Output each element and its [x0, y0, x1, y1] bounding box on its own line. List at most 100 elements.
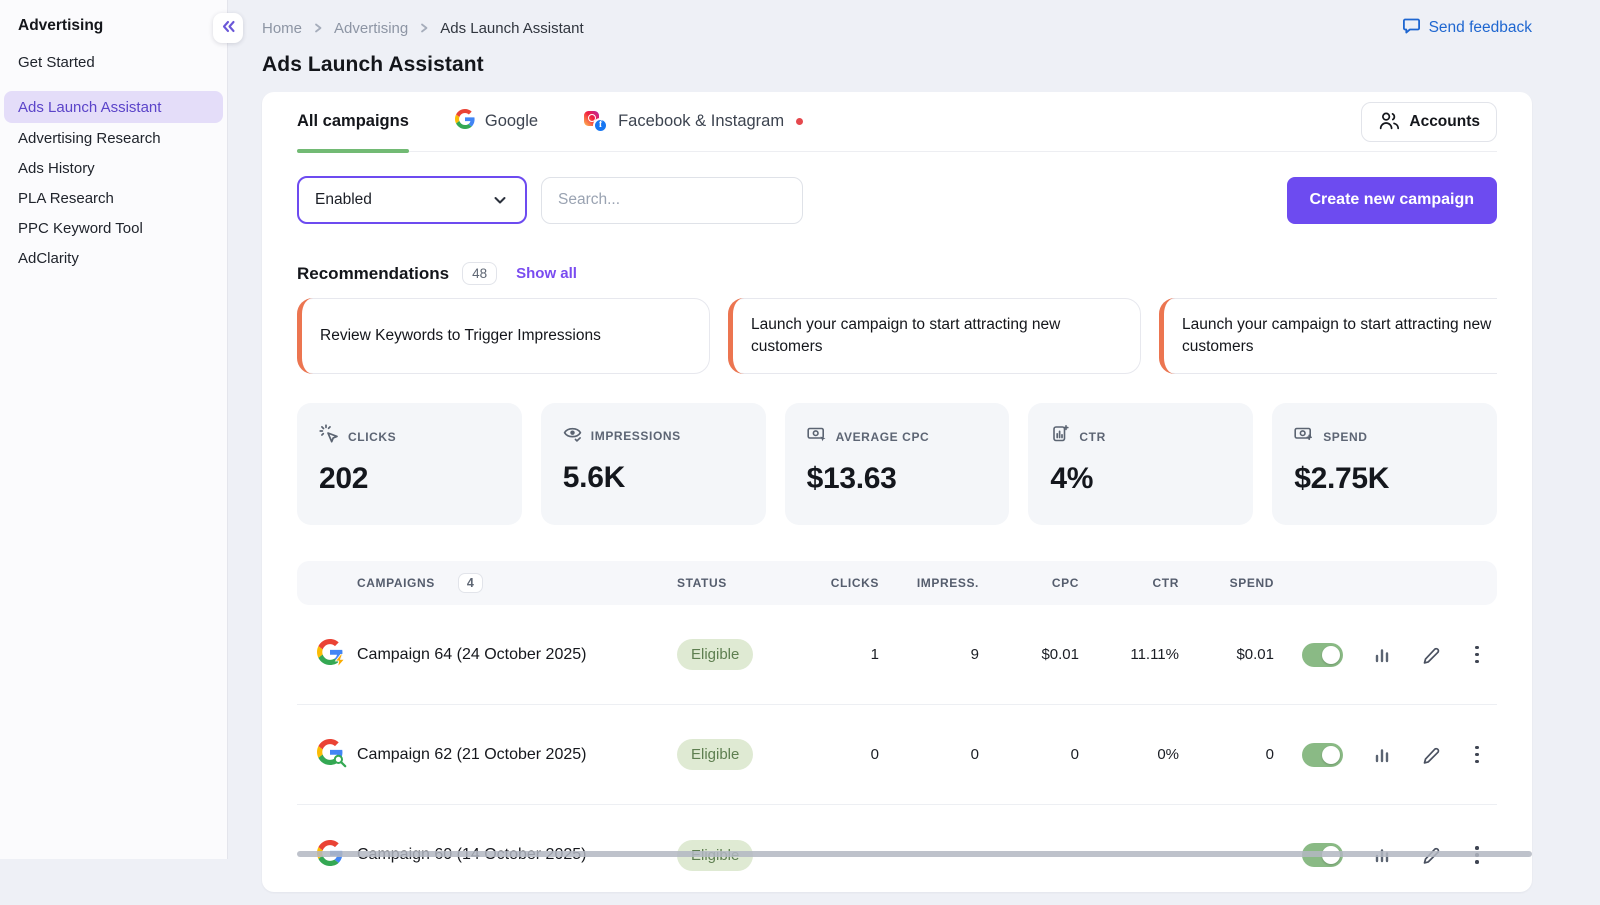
recommendation-card[interactable]: Launch your campaign to start attracting…: [728, 298, 1141, 374]
edit-pencil-icon[interactable]: [1421, 745, 1441, 765]
table-row: Campaign 64 (24 October 2025) Eligible 1…: [297, 605, 1497, 705]
breadcrumb-advertising[interactable]: Advertising: [334, 20, 408, 37]
filter-row: Enabled Create new campaign: [297, 176, 1497, 224]
tabs-row: All campaigns Google f Facebook & Instag…: [297, 92, 1497, 153]
double-chevron-left-icon: [221, 20, 236, 36]
column-header-campaigns: CAMPAIGNS 4: [357, 573, 677, 593]
campaign-name-link[interactable]: Campaign 62 (21 October 2025): [357, 746, 586, 763]
stat-value-ctr: 4%: [1050, 462, 1094, 495]
accounts-button[interactable]: Accounts: [1361, 101, 1497, 142]
campaign-name-link[interactable]: Campaign 64 (24 October 2025): [357, 646, 586, 663]
send-feedback-link[interactable]: Send feedback: [1402, 16, 1532, 40]
breadcrumb-current: Ads Launch Assistant: [440, 19, 584, 37]
campaign-enabled-toggle[interactable]: [1302, 642, 1343, 667]
recommendations-count-badge: 48: [462, 262, 498, 285]
sidebar-item-advertising-research[interactable]: Advertising Research: [4, 123, 223, 153]
show-all-link[interactable]: Show all: [516, 265, 577, 282]
column-header-status: STATUS: [677, 576, 727, 590]
status-filter-select[interactable]: Enabled: [297, 176, 527, 224]
stats-row: CLICKS 202 IMPRESSIONS 5.6K AVERAGE CPC …: [297, 403, 1497, 525]
recommendations-title: Recommendations: [297, 263, 450, 283]
stat-card-clicks: CLICKS 202: [297, 403, 522, 525]
cursor-click-icon: [319, 424, 339, 449]
active-tab-indicator: [297, 149, 409, 153]
cell-impressions: 9: [970, 646, 979, 663]
column-header-spend: SPEND: [1229, 576, 1274, 590]
analytics-bars-icon[interactable]: [1373, 746, 1391, 764]
column-header-ctr: CTR: [1152, 576, 1179, 590]
analytics-bars-icon[interactable]: [1373, 646, 1391, 664]
money-plus-icon: [1294, 424, 1314, 449]
column-header-clicks: CLICKS: [830, 576, 879, 590]
recommendation-card[interactable]: Review Keywords to Trigger Impressions: [297, 298, 710, 374]
cell-clicks: 1: [870, 646, 879, 663]
sidebar: Advertising Get Started Ads Launch Assis…: [0, 0, 228, 859]
status-badge: Eligible: [677, 639, 754, 670]
sidebar-title: Advertising: [18, 17, 104, 34]
breadcrumb-home[interactable]: Home: [262, 20, 302, 37]
stat-card-spend: SPEND $2.75K: [1272, 403, 1497, 525]
facebook-instagram-icon: f: [584, 110, 609, 133]
recommendations-header: Recommendations 48 Show all: [297, 262, 1497, 285]
table-row: Campaign 62 (21 October 2025) Eligible 0…: [297, 705, 1497, 805]
campaigns-count-badge: 4: [457, 573, 484, 593]
status-filter-value: Enabled: [315, 191, 372, 208]
table-header-row: CAMPAIGNS 4 STATUS CLICKS IMPRESS. CPC C…: [297, 561, 1497, 605]
cell-spend: $0.01: [1236, 646, 1274, 663]
cell-clicks: 0: [870, 746, 879, 763]
sidebar-item-adclarity[interactable]: AdClarity: [4, 243, 223, 273]
facebook-icon: f: [593, 117, 609, 133]
magnifier-icon: [333, 754, 347, 768]
recommendation-cards: Review Keywords to Trigger Impressions L…: [297, 298, 1497, 374]
google-performance-max-icon: [317, 639, 346, 667]
campaigns-panel: All campaigns Google f Facebook & Instag…: [262, 92, 1532, 892]
cell-ctr: 0%: [1157, 746, 1179, 763]
stat-card-ctr: CTR 4%: [1028, 403, 1254, 525]
campaign-enabled-toggle[interactable]: [1302, 742, 1343, 767]
chevron-right-icon: [417, 21, 431, 35]
tab-facebook-instagram[interactable]: f Facebook & Instagram: [584, 92, 804, 151]
tab-google[interactable]: Google: [454, 92, 538, 151]
top-bar: Home Advertising Ads Launch Assistant Se…: [229, 0, 1600, 40]
stat-card-average-cpc: AVERAGE CPC $13.63: [784, 403, 1010, 525]
sidebar-item-get-started[interactable]: Get Started: [4, 47, 223, 77]
main-content: Home Advertising Ads Launch Assistant Se…: [229, 0, 1600, 892]
bar-chart-doc-icon: [1050, 424, 1070, 449]
money-cursor-icon: [806, 424, 827, 449]
edit-pencil-icon[interactable]: [1421, 645, 1441, 665]
chat-bubble-icon: [1402, 16, 1421, 40]
chevron-down-icon: [491, 191, 509, 209]
users-icon: [1378, 109, 1400, 135]
sidebar-collapse-button[interactable]: [213, 13, 243, 43]
page-title: Ads Launch Assistant: [262, 53, 484, 76]
stat-value-clicks: 202: [319, 462, 369, 495]
horizontal-scrollbar[interactable]: [297, 851, 1532, 857]
eye-icon: [563, 424, 582, 448]
row-menu-kebab-icon[interactable]: [1471, 742, 1483, 768]
cell-cpc: 0: [1070, 746, 1079, 763]
create-new-campaign-button[interactable]: Create new campaign: [1286, 176, 1497, 224]
status-badge: Eligible: [677, 739, 754, 770]
stat-value-impressions: 5.6K: [562, 461, 625, 494]
lightning-bolt-icon: [334, 654, 346, 667]
search-input[interactable]: [541, 176, 803, 224]
row-menu-kebab-icon[interactable]: [1471, 642, 1483, 668]
stat-card-impressions: IMPRESSIONS 5.6K: [540, 403, 766, 525]
column-header-cpc: CPC: [1051, 576, 1079, 590]
breadcrumb: Home Advertising Ads Launch Assistant: [262, 20, 584, 37]
sidebar-item-ads-history[interactable]: Ads History: [4, 153, 223, 183]
cell-ctr: 11.11%: [1130, 646, 1179, 663]
google-search-campaign-icon: [317, 739, 347, 768]
sidebar-item-pla-research[interactable]: PLA Research: [4, 183, 223, 213]
notification-dot: [796, 118, 804, 125]
cell-impressions: 0: [970, 746, 979, 763]
recommendation-card[interactable]: Launch your campaign to start attracting…: [1159, 298, 1497, 374]
google-icon: [454, 109, 475, 134]
sidebar-item-ads-launch-assistant[interactable]: Ads Launch Assistant: [4, 91, 223, 123]
cell-cpc: $0.01: [1041, 646, 1079, 663]
chevron-right-icon: [311, 21, 325, 35]
tab-all-campaigns[interactable]: All campaigns: [297, 92, 409, 153]
stat-value-average-cpc: $13.63: [806, 462, 897, 495]
sidebar-item-ppc-keyword-tool[interactable]: PPC Keyword Tool: [4, 213, 223, 243]
cell-spend: 0: [1265, 746, 1274, 763]
